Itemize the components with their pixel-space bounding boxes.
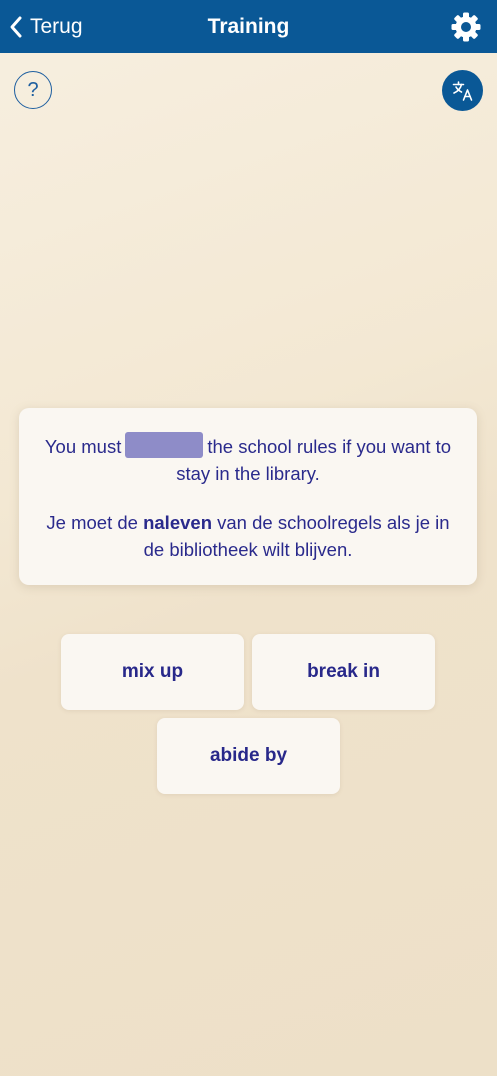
back-label: Terug xyxy=(30,14,83,38)
translate-icon xyxy=(452,80,472,101)
answer-option-abide-by[interactable]: abide by xyxy=(157,718,340,794)
exercise-card: You must the school rules if you want to … xyxy=(19,408,477,585)
sentence-dutch: Je moet de naleven van de schoolregels a… xyxy=(37,509,459,563)
question-icon: ? xyxy=(27,78,39,101)
sentence-dutch-keyword: naleven xyxy=(143,512,212,533)
answer-blank xyxy=(125,432,204,458)
back-button[interactable]: Terug xyxy=(8,0,83,53)
sentence-english-after: the school rules if you want to stay in … xyxy=(176,436,452,484)
chevron-left-icon xyxy=(10,16,22,37)
settings-button[interactable] xyxy=(449,10,483,44)
translate-button[interactable] xyxy=(442,70,483,111)
answer-option-mix-up[interactable]: mix up xyxy=(61,634,244,710)
help-button[interactable]: ? xyxy=(14,71,52,109)
top-navigation-bar: Terug Training xyxy=(0,0,497,53)
sentence-english-before: You must xyxy=(44,436,122,457)
sentence-dutch-before: Je moet de xyxy=(46,512,138,533)
answer-option-break-in[interactable]: break in xyxy=(252,634,435,710)
gear-icon xyxy=(451,12,481,42)
sentence-english: You must the school rules if you want to … xyxy=(37,432,459,487)
